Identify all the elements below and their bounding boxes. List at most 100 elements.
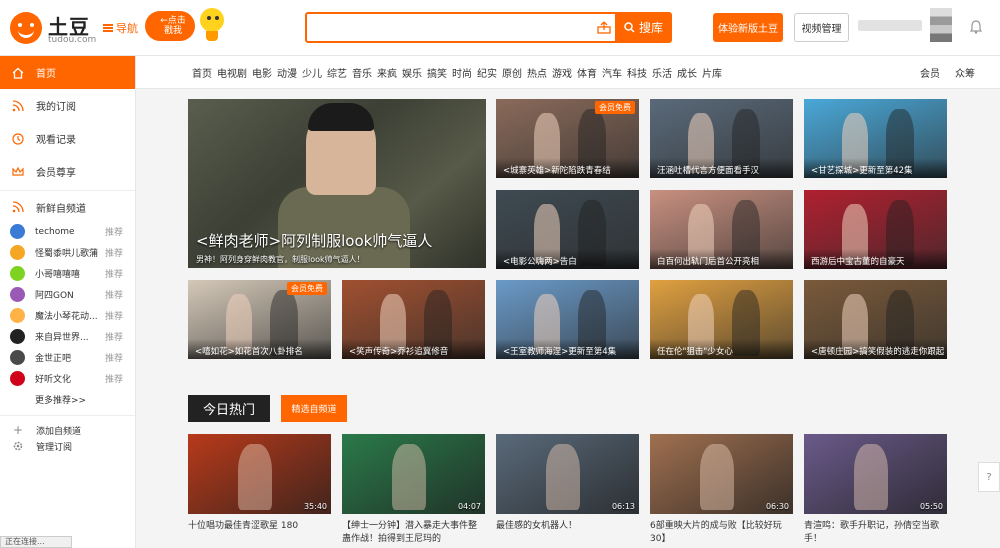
channel-recommend-tag: 推荐: [105, 312, 124, 322]
divider: [0, 415, 135, 416]
nav-right-item[interactable]: 众筹: [955, 65, 975, 80]
channel-recommend-tag: 推荐: [105, 270, 124, 280]
bell-icon[interactable]: [970, 20, 982, 34]
nav-item[interactable]: 成长: [677, 65, 697, 80]
help-tab[interactable]: ?: [978, 462, 1000, 492]
hot-video-card[interactable]: 06:13 最佳感的女机器人！: [496, 434, 639, 548]
sidebar-item-label: 观看记录: [36, 135, 76, 146]
nav-item[interactable]: 科技: [627, 65, 647, 80]
browser-status-bar: 正在连接...: [0, 536, 72, 548]
vip-free-badge: 会员免费: [595, 101, 635, 114]
sidebar-item-label: 首页: [36, 69, 56, 80]
add-channel-button[interactable]: + 添加自频道: [0, 422, 135, 438]
video-title: 【绅士一分钟】潜入暴走大事件整蛊作战！拍得到王尼玛的: [342, 521, 478, 544]
gear-icon: [13, 441, 23, 451]
more-recommend-link[interactable]: 更多推荐>>: [0, 389, 135, 409]
nav-item[interactable]: 电视剧: [217, 65, 247, 80]
hot-video-card[interactable]: 05:50 青渲鸣：歌手升职记，孙倩空当歌手！: [804, 434, 947, 548]
thumbnail-figure: [238, 444, 272, 510]
nav-item[interactable]: 热点: [527, 65, 547, 80]
nav-item[interactable]: 来疯: [377, 65, 397, 80]
nav-item[interactable]: 少儿: [302, 65, 322, 80]
hero-subtitle: 男神！阿列身穿鲜肉教官，制服look帅气逼人！: [196, 255, 365, 264]
sidebar-item-vip[interactable]: 会员尊享: [0, 155, 135, 188]
try-new-version-button[interactable]: 体验新版土豆: [713, 13, 783, 42]
username[interactable]: [858, 20, 922, 31]
tile-caption: <电影公嗨两>告白: [496, 249, 639, 269]
channel-item[interactable]: techome 推荐: [0, 221, 135, 242]
featured-tile[interactable]: <甘艺探城>更新至第42集: [804, 99, 947, 178]
thumbnail-figure: [392, 444, 426, 510]
logo-face-icon: [10, 12, 42, 44]
channel-item[interactable]: 魔法小琴花动... 推荐: [0, 305, 135, 326]
featured-tile[interactable]: <唐顿庄园>搞笑假装的逃走你跟起: [804, 280, 947, 359]
nav-item[interactable]: 汽车: [602, 65, 622, 80]
channel-item[interactable]: 金世正吧 推荐: [0, 347, 135, 368]
channel-recommend-tag: 推荐: [105, 228, 124, 238]
nav-item[interactable]: 首页: [192, 65, 212, 80]
nav-item[interactable]: 音乐: [352, 65, 372, 80]
sidebar-item-home[interactable]: 首页: [0, 56, 135, 89]
channel-avatar: [10, 245, 25, 260]
user-avatar[interactable]: [930, 8, 952, 42]
channel-item[interactable]: 来自异世界... 推荐: [0, 326, 135, 347]
nav-item[interactable]: 体育: [577, 65, 597, 80]
sidebar-item-history[interactable]: 观看记录: [0, 122, 135, 155]
lightbulb-mascot-icon[interactable]: [196, 6, 228, 46]
channel-item[interactable]: 怪蜀黍哄儿歌蒲 推荐: [0, 242, 135, 263]
video-thumbnail: 04:07: [342, 434, 485, 514]
video-duration: 04:07: [457, 502, 481, 511]
upload-icon[interactable]: [597, 21, 611, 34]
sidebar-item-subscriptions[interactable]: 我的订阅: [0, 89, 135, 122]
featured-tile[interactable]: 汪涵吐槽代言方便面看手汉: [650, 99, 793, 178]
nav-item[interactable]: 原创: [502, 65, 522, 80]
sidebar-section-title: 新鲜自频道: [36, 203, 86, 215]
channel-name: 小哥嘻嘻嘻: [35, 270, 81, 280]
sidebar-section-channels[interactable]: 新鲜自频道: [0, 193, 135, 221]
nav-item[interactable]: 娱乐: [402, 65, 422, 80]
nav-item[interactable]: 动漫: [277, 65, 297, 80]
featured-tile[interactable]: 西游后中宝古董的自豪天: [804, 190, 947, 269]
nav-item[interactable]: 纪实: [477, 65, 497, 80]
channel-item[interactable]: 好听文化 推荐: [0, 368, 135, 389]
search-input[interactable]: [307, 14, 597, 41]
channel-avatar: [10, 224, 25, 239]
featured-tile[interactable]: 会员免费 <嘻如花>如花首次八卦排名: [188, 280, 331, 359]
video-title: 最佳感的女机器人！: [496, 521, 578, 531]
nav-item[interactable]: 游戏: [552, 65, 572, 80]
clock-icon: [12, 132, 24, 145]
featured-tile[interactable]: 会员免费 <城寨英雄>新陀陷跌青春结: [496, 99, 639, 178]
featured-tile[interactable]: 白百何出轨门后首公开亮相: [650, 190, 793, 269]
manage-subscription-button[interactable]: 管理订阅: [0, 438, 135, 454]
nav-item[interactable]: 综艺: [327, 65, 347, 80]
nav-item[interactable]: 电影: [252, 65, 272, 80]
nav-toggle-button[interactable]: 导航: [103, 20, 138, 36]
top-header: 土豆 tudou.com 导航 ←点击戳我 搜库 体验新版土豆 视频管理: [0, 0, 1000, 56]
promo-bubble[interactable]: ←点击戳我: [145, 11, 195, 41]
nav-item[interactable]: 乐活: [652, 65, 672, 80]
featured-tile[interactable]: <王室教师海涅>更新至第4集: [496, 280, 639, 359]
search-button[interactable]: 搜库: [615, 12, 672, 43]
tudou-logo[interactable]: 土豆 tudou.com: [10, 8, 100, 48]
category-nav: 首页 电视剧 电影 动漫 少儿 综艺 音乐 来疯 娱乐 搞笑 时尚 纪实 原创 热点 游戏 体育 汽车 科技 乐活成…: [136, 56, 1000, 89]
nav-item[interactable]: 时尚: [452, 65, 472, 80]
featured-tile[interactable]: <电影公嗨两>告白: [496, 190, 639, 269]
video-manage-button[interactable]: 视频管理: [794, 13, 849, 42]
nav-right-item[interactable]: 会员: [920, 65, 940, 80]
hero-banner[interactable]: <鲜肉老师>阿列制服look帅气逼人 男神！阿列身穿鲜肉教官，制服look帅气逼…: [188, 99, 486, 268]
featured-tile[interactable]: <笑声传奇>乔衫追冀修音: [342, 280, 485, 359]
logo-domain: tudou.com: [48, 35, 97, 45]
hot-video-card[interactable]: 04:07 【绅士一分钟】潜入暴走大事件整蛊作战！拍得到王尼玛的: [342, 434, 485, 548]
channel-recommend-tag: 推荐: [105, 354, 124, 364]
home-icon: [12, 67, 24, 79]
channel-item[interactable]: 阿四GON 推荐: [0, 284, 135, 305]
nav-item[interactable]: 片库: [702, 65, 722, 80]
selected-channels-button[interactable]: 精选自频道: [281, 395, 347, 422]
channel-item[interactable]: 小哥嘻嘻嘻 推荐: [0, 263, 135, 284]
hot-video-card[interactable]: 06:30 6部重映大片的成与败【比较好玩30】: [650, 434, 793, 548]
nav-item[interactable]: 搞笑: [427, 65, 447, 80]
channel-avatar: [10, 266, 25, 281]
vip-free-badge: 会员免费: [287, 282, 327, 295]
featured-tile[interactable]: 任在伦"狙击"少女心: [650, 280, 793, 359]
hot-video-card[interactable]: 35:40 十位唱功最佳青涩歌星 180: [188, 434, 331, 548]
